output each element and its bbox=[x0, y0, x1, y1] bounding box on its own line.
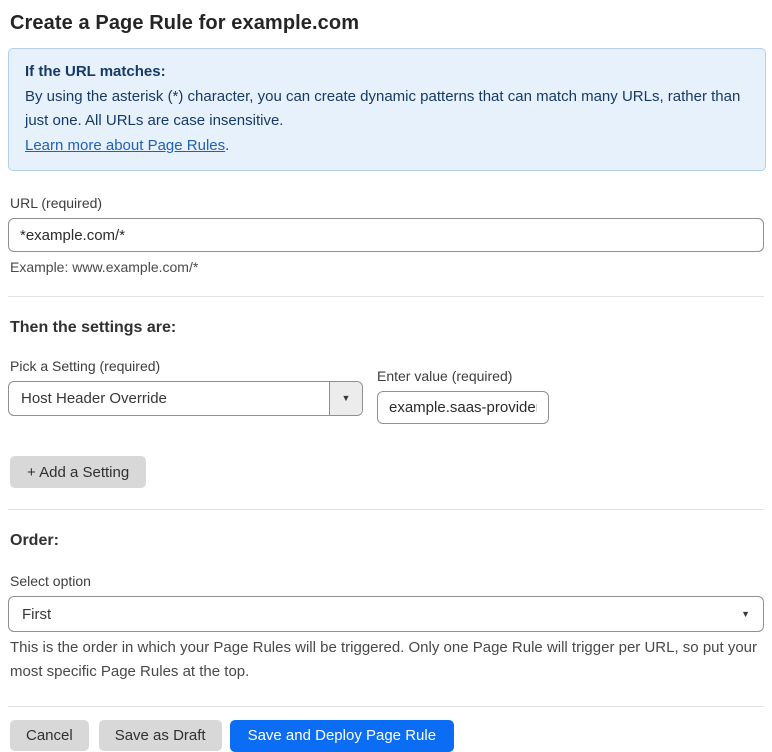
enter-value-column: Enter value (required) bbox=[377, 368, 549, 425]
pick-setting-dropdown-button[interactable]: ▼ bbox=[329, 382, 362, 416]
footer-actions: Cancel Save as Draft Save and Deploy Pag… bbox=[10, 719, 762, 752]
order-selected-value: First bbox=[22, 605, 52, 623]
section-divider bbox=[8, 509, 764, 511]
url-field-label: URL (required) bbox=[10, 195, 103, 212]
order-select[interactable]: First ▼ bbox=[8, 596, 764, 633]
url-match-info-box: If the URL matches: By using the asteris… bbox=[8, 48, 766, 172]
footer-divider bbox=[8, 705, 764, 707]
cancel-button[interactable]: Cancel bbox=[10, 720, 89, 752]
order-select-label: Select option bbox=[10, 573, 91, 590]
page-rule-form: Create a Page Rule for example.com If th… bbox=[0, 0, 772, 752]
save-and-deploy-button[interactable]: Save and Deploy Page Rule bbox=[229, 719, 455, 752]
info-box-heading: If the URL matches: bbox=[25, 63, 166, 80]
url-example-helper: Example: www.example.com/* bbox=[10, 259, 199, 276]
learn-more-link[interactable]: Learn more about Page Rules bbox=[25, 137, 225, 154]
pick-setting-label: Pick a Setting (required) bbox=[10, 358, 161, 375]
url-input[interactable] bbox=[8, 218, 764, 253]
enter-value-label: Enter value (required) bbox=[377, 368, 513, 385]
chevron-down-icon: ▼ bbox=[741, 608, 750, 619]
order-description: This is the order in which your Page Rul… bbox=[10, 639, 758, 680]
chevron-down-icon: ▼ bbox=[341, 393, 351, 404]
settings-row: Pick a Setting (required) Host Header Ov… bbox=[8, 358, 762, 425]
add-setting-button[interactable]: + Add a Setting bbox=[10, 456, 147, 489]
section-divider bbox=[8, 296, 764, 298]
pick-setting-selected-value: Host Header Override bbox=[21, 390, 167, 408]
info-box-link-line: Learn more about Page Rules. bbox=[25, 134, 749, 159]
link-suffix: . bbox=[225, 136, 230, 154]
setting-value-input[interactable] bbox=[377, 391, 549, 425]
pick-setting-dropdown[interactable]: Host Header Override ▼ bbox=[8, 381, 363, 417]
pick-setting-column: Pick a Setting (required) Host Header Ov… bbox=[8, 358, 377, 417]
info-box-body: By using the asterisk (*) character, you… bbox=[25, 87, 741, 130]
page-title: Create a Page Rule for example.com bbox=[10, 12, 360, 34]
order-section-heading: Order: bbox=[10, 532, 59, 550]
save-as-draft-button[interactable]: Save as Draft bbox=[98, 720, 222, 752]
settings-section-heading: Then the settings are: bbox=[10, 319, 177, 337]
